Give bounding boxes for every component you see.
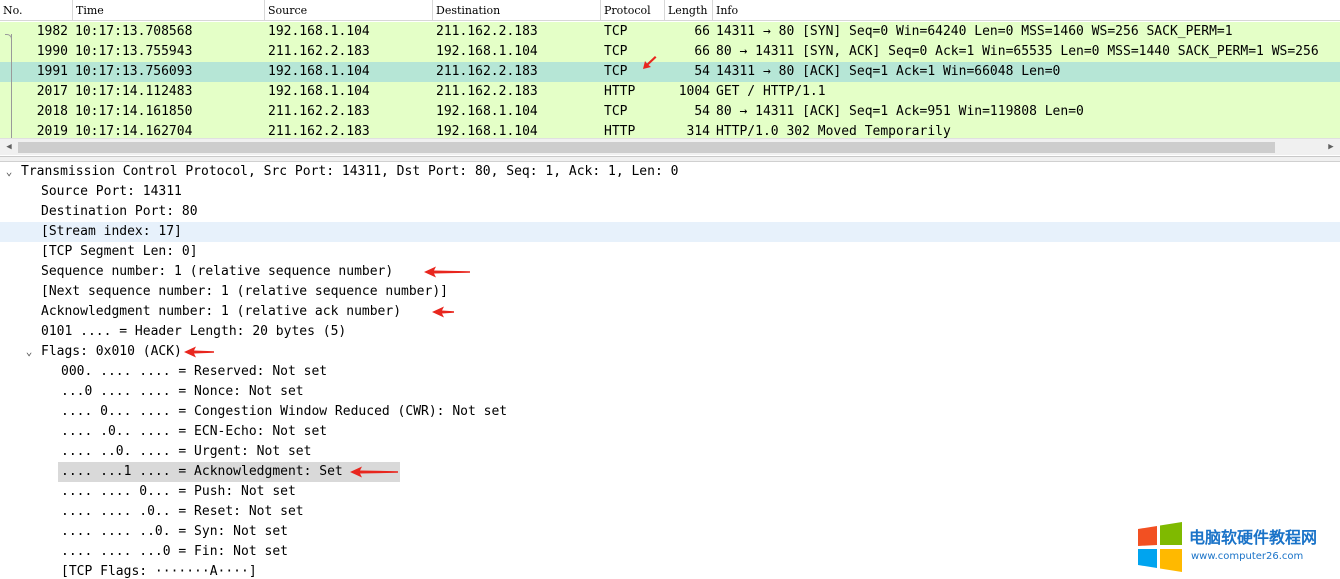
cell-source: 192.168.1.104	[268, 84, 370, 99]
cell-info: 80 → 14311 [ACK] Seq=1 Ack=951 Win=11980…	[716, 104, 1084, 119]
detail-text: [TCP Flags: ·······A····]	[61, 564, 257, 579]
cell-length: 54	[694, 104, 710, 119]
detail-text: 0101 .... = Header Length: 20 bytes (5)	[41, 324, 347, 339]
red-arrow-icon	[424, 266, 470, 278]
detail-text: 000. .... .... = Reserved: Not set	[61, 364, 328, 379]
detail-row[interactable]: ⌄ Transmission Control Protocol, Src Port…	[0, 162, 1340, 182]
column-protocol[interactable]: Protocol	[601, 0, 665, 21]
cell-length: 1004	[678, 84, 710, 99]
packet-list-pane[interactable]: No. Time Source Destination Protocol Len…	[0, 0, 1340, 157]
detail-text: Transmission Control Protocol, Src Port:…	[21, 164, 679, 179]
detail-row[interactable]: Sequence number: 1 (relative sequence nu…	[0, 262, 1340, 282]
watermark-url: www.computer26.com	[1191, 551, 1304, 562]
detail-row[interactable]: .... 0... .... = Congestion Window Reduc…	[0, 402, 1340, 422]
horizontal-scrollbar[interactable]: ◀ ▶	[0, 138, 1340, 155]
detail-text: [Next sequence number: 1 (relative seque…	[41, 284, 448, 299]
cell-info: 80 → 14311 [SYN, ACK] Seq=0 Ack=1 Win=65…	[716, 44, 1319, 59]
cell-info: 14311 → 80 [SYN] Seq=0 Win=64240 Len=0 M…	[716, 24, 1233, 39]
watermark-title: 电脑软硬件教程网	[1189, 528, 1318, 547]
detail-text: .... .... 0... = Push: Not set	[61, 484, 296, 499]
detail-row[interactable]: 000. .... .... = Reserved: Not set	[0, 362, 1340, 382]
detail-text: ...0 .... .... = Nonce: Not set	[61, 384, 304, 399]
detail-text: Source Port: 14311	[41, 184, 182, 199]
cell-length: 66	[694, 24, 710, 39]
tree-expander-icon[interactable]: ⌄	[3, 162, 15, 182]
detail-text: [TCP Segment Len: 0]	[41, 244, 198, 259]
packet-row[interactable]: 1982 10:17:13.708568 192.168.1.104 211.162.…	[0, 22, 1340, 42]
detail-text: [Stream index: 17]	[41, 224, 182, 239]
packet-row[interactable]: 1990 10:17:13.755943 211.162.2.183 192.168.…	[0, 42, 1340, 62]
column-length[interactable]: Length	[665, 0, 713, 21]
column-source[interactable]: Source	[265, 0, 433, 21]
cell-source: 192.168.1.104	[268, 24, 370, 39]
cell-time: 10:17:14.161850	[75, 104, 193, 119]
detail-text: Destination Port: 80	[41, 204, 198, 219]
detail-row[interactable]: 0101 .... = Header Length: 20 bytes (5)	[0, 322, 1340, 342]
detail-text: .... .... ..0. = Syn: Not set	[61, 524, 288, 539]
column-header: No. Time Source Destination Protocol Len…	[0, 0, 1340, 21]
cell-time: 10:17:13.756093	[75, 64, 193, 79]
cell-time: 10:17:13.755943	[75, 44, 193, 59]
windows-logo-icon	[1138, 522, 1182, 572]
packet-row[interactable]: 1991 10:17:13.756093 192.168.1.104 211.162.…	[0, 62, 1340, 82]
detail-text: .... ..0. .... = Urgent: Not set	[61, 444, 312, 459]
detail-text: Flags: 0x010 (ACK)	[41, 344, 182, 359]
detail-row[interactable]: .... ..0. .... = Urgent: Not set	[0, 442, 1340, 462]
detail-text: .... ...1 .... = Acknowledgment: Set	[61, 464, 343, 479]
cell-time: 10:17:14.112483	[75, 84, 193, 99]
red-arrow-icon	[184, 346, 214, 358]
cell-destination: 211.162.2.183	[436, 24, 538, 39]
detail-row[interactable]: .... .... .0.. = Reset: Not set	[0, 502, 1340, 522]
site-watermark: 电脑软硬件教程网 www.computer26.com	[1133, 520, 1338, 574]
detail-row[interactable]: [TCP Segment Len: 0]	[0, 242, 1340, 262]
scroll-right-arrow-icon[interactable]: ▶	[1324, 139, 1338, 156]
cell-protocol: TCP	[604, 104, 628, 119]
detail-text: .... .0.. .... = ECN-Echo: Not set	[61, 424, 328, 439]
detail-row[interactable]: .... .0.. .... = ECN-Echo: Not set	[0, 422, 1340, 442]
detail-row[interactable]: Acknowledgment number: 1 (relative ack n…	[0, 302, 1340, 322]
cell-length: 54	[694, 64, 710, 79]
detail-text: Acknowledgment number: 1 (relative ack n…	[41, 304, 402, 319]
conversation-line	[11, 34, 12, 138]
cell-destination: 192.168.1.104	[436, 104, 538, 119]
cell-info: 14311 → 80 [ACK] Seq=1 Ack=1 Win=66048 L…	[716, 64, 1061, 79]
detail-text: Sequence number: 1 (relative sequence nu…	[41, 264, 394, 279]
cell-time: 10:17:13.708568	[75, 24, 193, 39]
detail-row[interactable]: .... .... 0... = Push: Not set	[0, 482, 1340, 502]
cell-destination: 211.162.2.183	[436, 64, 538, 79]
detail-row[interactable]: [Stream index: 17]	[0, 222, 1340, 242]
tree-expander-icon[interactable]: ⌄	[23, 342, 35, 362]
cell-protocol: HTTP	[604, 84, 636, 99]
cell-info: GET / HTTP/1.1	[716, 84, 826, 99]
detail-row[interactable]: Destination Port: 80	[0, 202, 1340, 222]
detail-text: .... .... .0.. = Reset: Not set	[61, 504, 304, 519]
packet-row[interactable]: 2018 10:17:14.161850 211.162.2.183 192.168.…	[0, 102, 1340, 122]
cell-destination: 192.168.1.104	[436, 44, 538, 59]
detail-row[interactable]: .... ...1 .... = Acknowledgment: Set	[0, 462, 1340, 482]
detail-row[interactable]: ...0 .... .... = Nonce: Not set	[0, 382, 1340, 402]
column-info[interactable]: Info	[713, 0, 1340, 21]
cell-protocol: TCP	[604, 24, 628, 39]
red-arrow-icon	[643, 56, 657, 69]
packet-details-pane[interactable]: ⌄ Transmission Control Protocol, Src Port…	[0, 162, 1340, 579]
column-destination[interactable]: Destination	[433, 0, 601, 21]
detail-text: .... .... ...0 = Fin: Not set	[61, 544, 288, 559]
cell-destination: 211.162.2.183	[436, 84, 538, 99]
column-time[interactable]: Time	[73, 0, 265, 21]
scroll-thumb[interactable]	[18, 142, 1275, 153]
cell-length: 66	[694, 44, 710, 59]
cell-source: 211.162.2.183	[268, 104, 370, 119]
detail-row[interactable]: Source Port: 14311	[0, 182, 1340, 202]
detail-text: .... 0... .... = Congestion Window Reduc…	[61, 404, 508, 419]
scroll-left-arrow-icon[interactable]: ◀	[2, 139, 16, 156]
packet-row[interactable]: 2017 10:17:14.112483 192.168.1.104 211.162.…	[0, 82, 1340, 102]
detail-row[interactable]: [Next sequence number: 1 (relative seque…	[0, 282, 1340, 302]
cell-source: 211.162.2.183	[268, 44, 370, 59]
red-arrow-icon	[432, 306, 454, 318]
cell-source: 192.168.1.104	[268, 64, 370, 79]
red-arrow-icon	[350, 466, 398, 478]
column-no[interactable]: No.	[0, 0, 73, 21]
